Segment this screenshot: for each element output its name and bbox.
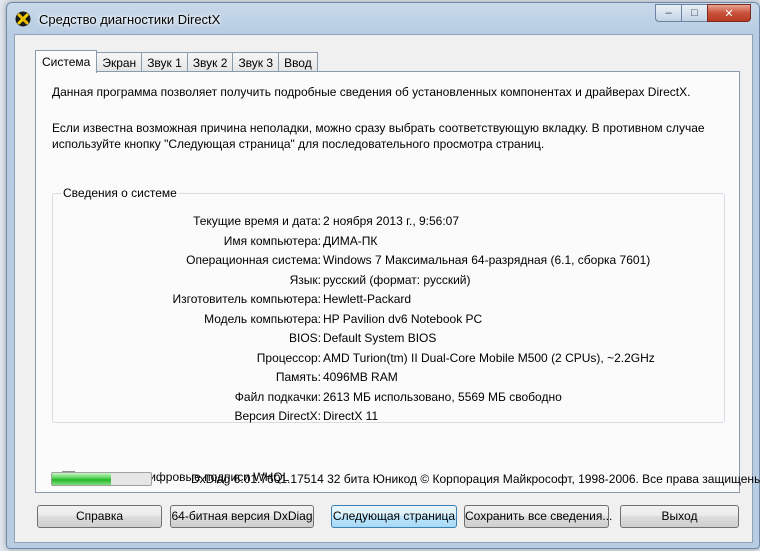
info-row-manufacturer: Изготовитель компьютера: Hewlett-Packard (53, 292, 726, 308)
caption-buttons: – □ ✕ (655, 4, 751, 22)
exit-button[interactable]: Выход (620, 505, 739, 528)
intro-text: Данная программа позволяет получить подр… (52, 85, 691, 99)
title-bar[interactable]: Средство диагностики DirectX – □ ✕ (7, 3, 759, 33)
info-value: 4096MB RAM (323, 370, 398, 384)
info-value: 2 ноября 2013 г., 9:56:07 (323, 214, 460, 228)
dxdiag-64bit-button[interactable]: 64-битная версия DxDiag (170, 505, 314, 528)
info-value: Hewlett-Packard (323, 292, 412, 306)
info-label: Изготовитель компьютера: (172, 292, 322, 306)
tab-sound-2[interactable]: Звук 2 (186, 52, 234, 72)
info-row-memory: Память: 4096MB RAM (53, 370, 726, 386)
system-tab-panel: Данная программа позволяет получить подр… (35, 71, 740, 493)
progress-bar (51, 472, 152, 486)
info-row-bios: BIOS: Default System BIOS (53, 331, 726, 347)
info-row-language: Язык: русский (формат: русский) (53, 273, 726, 289)
window-title: Средство диагностики DirectX (39, 12, 221, 27)
info-row-page-file: Файл подкачки: 2613 МБ использовано, 556… (53, 390, 726, 406)
minimize-icon: – (665, 7, 672, 19)
tab-system[interactable]: Система (35, 50, 98, 73)
tab-display[interactable]: Экран (96, 52, 143, 72)
system-info-group: Сведения о системе Текущие время и дата:… (52, 186, 726, 425)
info-row-directx-version: Версия DirectX: DirectX 11 (53, 409, 726, 425)
info-value: Default System BIOS (323, 331, 437, 345)
info-value: русский (формат: русский) (323, 272, 471, 287)
info-value: 2613 МБ использовано, 5569 МБ свободно (323, 389, 562, 404)
progress-bar-fill (52, 473, 112, 485)
info-label: BIOS: (288, 331, 321, 345)
info-value: Windows 7 Максимальная 64-разрядная (6.1… (323, 253, 651, 267)
close-icon: ✕ (724, 7, 734, 20)
tab-sound-1[interactable]: Звук 1 (141, 52, 188, 72)
system-info-title: Сведения о системе (61, 186, 179, 200)
client-area: Система Экран Звук 1 Звук 2 Звук 3 Ввод … (14, 34, 760, 543)
dxdiag-window: Средство диагностики DirectX – □ ✕ Систе… (6, 2, 760, 549)
info-value: HP Pavilion dv6 Notebook PC (323, 311, 483, 326)
minimize-button[interactable]: – (655, 4, 681, 22)
info-label: Процессор: (256, 350, 321, 365)
info-value: ДИМА-ПК (323, 233, 378, 248)
tab-input[interactable]: Ввод (278, 52, 318, 72)
info-row-os: Операционная система: Windows 7 Максимал… (53, 253, 726, 269)
button-row: Справка 64-битная версия DxDiag Следующа… (37, 505, 742, 529)
info-label: Память: (275, 370, 321, 384)
info-row-processor: Процессор: AMD Turion(tm) II Dual-Core M… (53, 351, 726, 367)
maximize-button[interactable]: □ (681, 4, 707, 22)
close-button[interactable]: ✕ (707, 4, 751, 22)
info-row-datetime: Текущие время и дата: 2 ноября 2013 г., … (53, 214, 726, 230)
info-label: Имя компьютера: (223, 233, 321, 248)
intro-hint-text: Если известна возможная причина неполадк… (52, 121, 705, 151)
save-all-info-button[interactable]: Сохранить все сведения... (464, 505, 612, 528)
info-label: Файл подкачки: (234, 389, 321, 404)
maximize-icon: □ (691, 7, 698, 19)
help-button[interactable]: Справка (37, 505, 162, 528)
info-row-model: Модель компьютера: HP Pavilion dv6 Noteb… (53, 312, 726, 328)
tab-sound-3[interactable]: Звук 3 (232, 52, 280, 72)
next-page-button[interactable]: Следующая страница (331, 505, 457, 528)
info-label: Текущие время и дата: (193, 214, 321, 228)
info-label: Язык: (289, 272, 321, 287)
version-copyright-text: DxDiag 6.01.7601.17514 32 бита Юникод © … (191, 472, 760, 486)
info-row-computer-name: Имя компьютера: ДИМА-ПК (53, 234, 726, 250)
info-label: Версия DirectX: (234, 409, 321, 423)
info-label: Модель компьютера: (204, 311, 321, 326)
directx-icon (15, 11, 31, 27)
tab-strip: Система Экран Звук 1 Звук 2 Звук 3 Ввод (35, 50, 318, 73)
info-label: Операционная система: (186, 253, 321, 267)
info-value: DirectX 11 (323, 409, 379, 423)
info-value: AMD Turion(tm) II Dual-Core Mobile M500 … (323, 350, 655, 365)
